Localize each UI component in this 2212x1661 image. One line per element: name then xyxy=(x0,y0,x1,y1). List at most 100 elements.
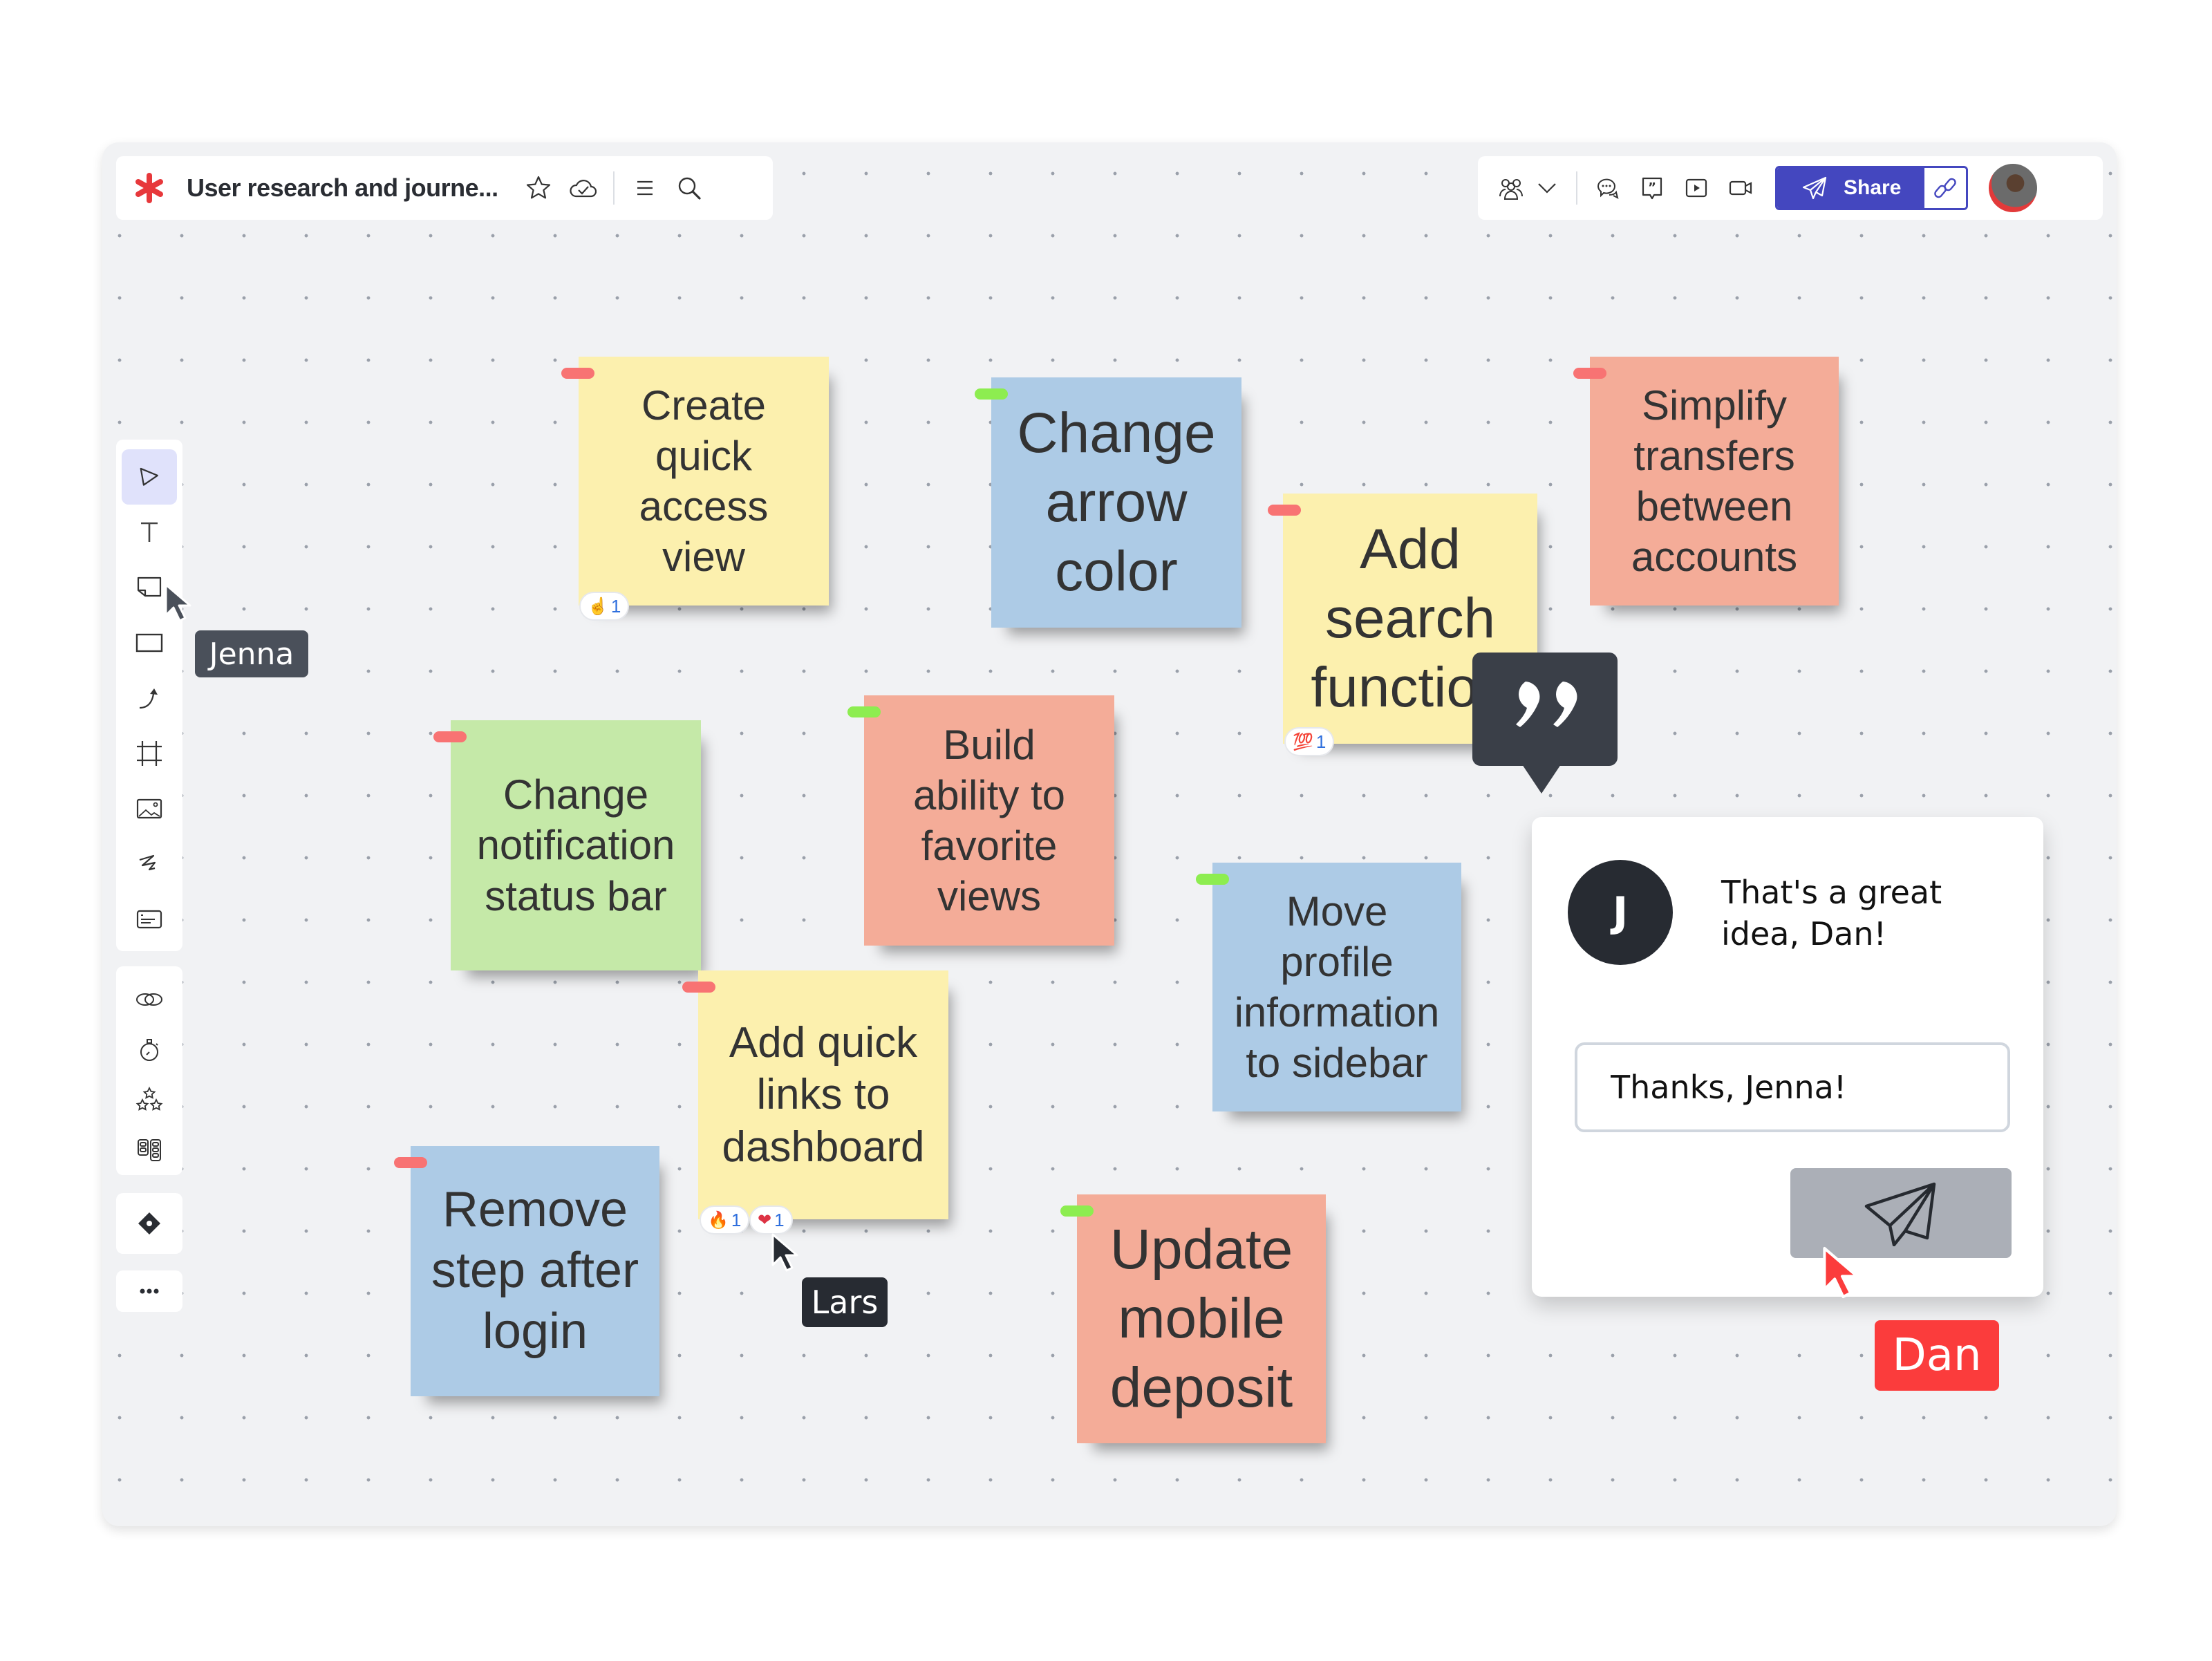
quote-button[interactable]: ” xyxy=(1630,166,1674,210)
sticky-note[interactable]: Simplify transfers between accounts xyxy=(1590,357,1839,606)
divider xyxy=(612,171,615,205)
collaborators-button[interactable] xyxy=(1489,166,1533,210)
document-toolbar: User research and journe... xyxy=(116,156,773,220)
pen-scribble-icon xyxy=(139,854,156,871)
apps-panel xyxy=(116,966,182,1175)
sticky-note[interactable]: Change arrow color xyxy=(991,377,1241,628)
tool-shape[interactable] xyxy=(122,615,177,670)
quote-icon: ” xyxy=(1642,177,1662,200)
share-button-group: Share xyxy=(1775,166,1969,210)
sticky-note-text: Move profile information to sidebar xyxy=(1234,888,1440,1087)
sticky-note-text: Simplify transfers between accounts xyxy=(1631,382,1798,581)
star-button[interactable] xyxy=(516,166,561,210)
tool-text[interactable] xyxy=(122,505,177,560)
svg-text:”: ” xyxy=(1648,180,1656,195)
share-label: Share xyxy=(1844,176,1902,199)
note-tag xyxy=(682,982,715,993)
more-panel xyxy=(116,1270,182,1312)
sticky-note-text: Add quick links to dashboard xyxy=(722,1018,925,1171)
fire-emoji-icon: 🔥 xyxy=(708,1210,729,1230)
diagram-panel xyxy=(116,1193,182,1254)
sticky-note[interactable]: Update mobile deposit xyxy=(1077,1194,1326,1443)
image-icon xyxy=(136,798,162,819)
pointing-up-emoji-icon: ☝ xyxy=(588,597,608,616)
sticky-note-text: Remove step after login xyxy=(431,1182,639,1359)
tool-pen[interactable] xyxy=(122,836,177,892)
app-templates[interactable] xyxy=(122,1125,177,1176)
reaction-pointing-up[interactable]: ☝ 1 xyxy=(579,592,630,621)
note-tag xyxy=(1196,874,1229,885)
diamond-gem-icon xyxy=(138,1212,160,1235)
more-dots-icon xyxy=(140,1288,159,1294)
copy-link-button[interactable] xyxy=(1924,168,1967,208)
app-venn-diagram[interactable] xyxy=(122,975,177,1025)
voting-stars-icon xyxy=(135,1087,163,1111)
sticky-note[interactable]: Move profile information to sidebar xyxy=(1212,863,1461,1111)
logo-asterisk-icon[interactable] xyxy=(133,171,166,205)
commenter-avatar: J xyxy=(1568,860,1673,965)
document-title[interactable]: User research and journe... xyxy=(187,173,498,203)
menu-icon xyxy=(637,180,653,196)
present-button[interactable] xyxy=(1674,166,1718,210)
quote-marks-icon xyxy=(1516,682,1577,727)
reaction-count: 1 xyxy=(731,1209,742,1230)
heart-emoji-icon: ❤ xyxy=(758,1210,772,1230)
comment-thread-panel: J That's a great idea, Dan! xyxy=(1532,817,2043,1297)
hundred-points-emoji-icon: 💯 xyxy=(1293,732,1313,751)
collaboration-toolbar: ” Share xyxy=(1478,156,2103,220)
search-button[interactable] xyxy=(667,166,711,210)
collaborators-dropdown[interactable] xyxy=(1533,166,1561,210)
quote-comment-marker[interactable] xyxy=(1472,653,1618,794)
tools-panel xyxy=(116,440,182,951)
share-button[interactable]: Share xyxy=(1777,168,1925,208)
more-tools-button[interactable] xyxy=(122,1272,177,1311)
sticky-note[interactable]: Create quick access view xyxy=(579,357,829,606)
rectangle-icon xyxy=(135,633,163,653)
comments-icon xyxy=(1597,178,1619,199)
curved-arrow-icon xyxy=(139,688,158,709)
sticky-note[interactable]: Build ability to favorite views xyxy=(864,695,1114,946)
app-timer[interactable] xyxy=(122,1025,177,1076)
select-pointer-icon xyxy=(140,467,158,486)
tool-card[interactable] xyxy=(122,892,177,947)
paper-plane-icon xyxy=(1802,176,1827,200)
note-tag xyxy=(1060,1205,1094,1217)
sticky-note[interactable]: Add quick links to dashboard xyxy=(698,970,948,1219)
link-icon xyxy=(1934,178,1957,198)
video-call-button[interactable] xyxy=(1718,166,1763,210)
cursor-label-dan: Dan xyxy=(1875,1320,1999,1391)
reaction-heart[interactable]: ❤ 1 xyxy=(749,1205,793,1235)
diagram-button[interactable] xyxy=(122,1196,177,1251)
note-tag xyxy=(975,388,1008,400)
reply-input[interactable] xyxy=(1575,1042,2010,1132)
tool-frame[interactable] xyxy=(122,726,177,781)
note-tag xyxy=(394,1157,427,1168)
star-icon xyxy=(526,176,550,199)
dan-cursor-icon xyxy=(1823,1246,1859,1299)
present-icon xyxy=(1685,178,1707,198)
sticky-note[interactable]: Remove step after login xyxy=(411,1146,659,1396)
venn-diagram-icon xyxy=(136,993,162,1006)
reaction-count: 1 xyxy=(774,1209,785,1230)
sticky-note[interactable]: Change notification status bar xyxy=(451,720,701,970)
jenna-cursor-icon xyxy=(165,583,191,622)
reaction-hundred[interactable]: 💯 1 xyxy=(1284,727,1335,756)
saved-status-button[interactable] xyxy=(561,166,605,210)
app-voting[interactable] xyxy=(122,1075,177,1125)
tool-connector[interactable] xyxy=(122,670,177,726)
main-menu-button[interactable] xyxy=(623,166,667,210)
tool-select[interactable] xyxy=(122,449,177,505)
sticky-note-text: Build ability to favorite views xyxy=(912,721,1066,920)
tool-image[interactable] xyxy=(122,781,177,836)
sticky-note-text: Change arrow color xyxy=(1017,401,1216,603)
comments-button[interactable] xyxy=(1586,166,1630,210)
lars-cursor-icon xyxy=(771,1233,798,1272)
timer-icon xyxy=(140,1038,158,1061)
collaborators-icon xyxy=(1499,179,1523,200)
templates-icon xyxy=(138,1138,161,1161)
reaction-count: 1 xyxy=(610,595,621,617)
user-avatar[interactable] xyxy=(1989,164,2038,212)
reaction-fire[interactable]: 🔥 1 xyxy=(700,1205,750,1235)
sticky-note-icon xyxy=(137,576,162,597)
note-tag xyxy=(1268,505,1301,516)
